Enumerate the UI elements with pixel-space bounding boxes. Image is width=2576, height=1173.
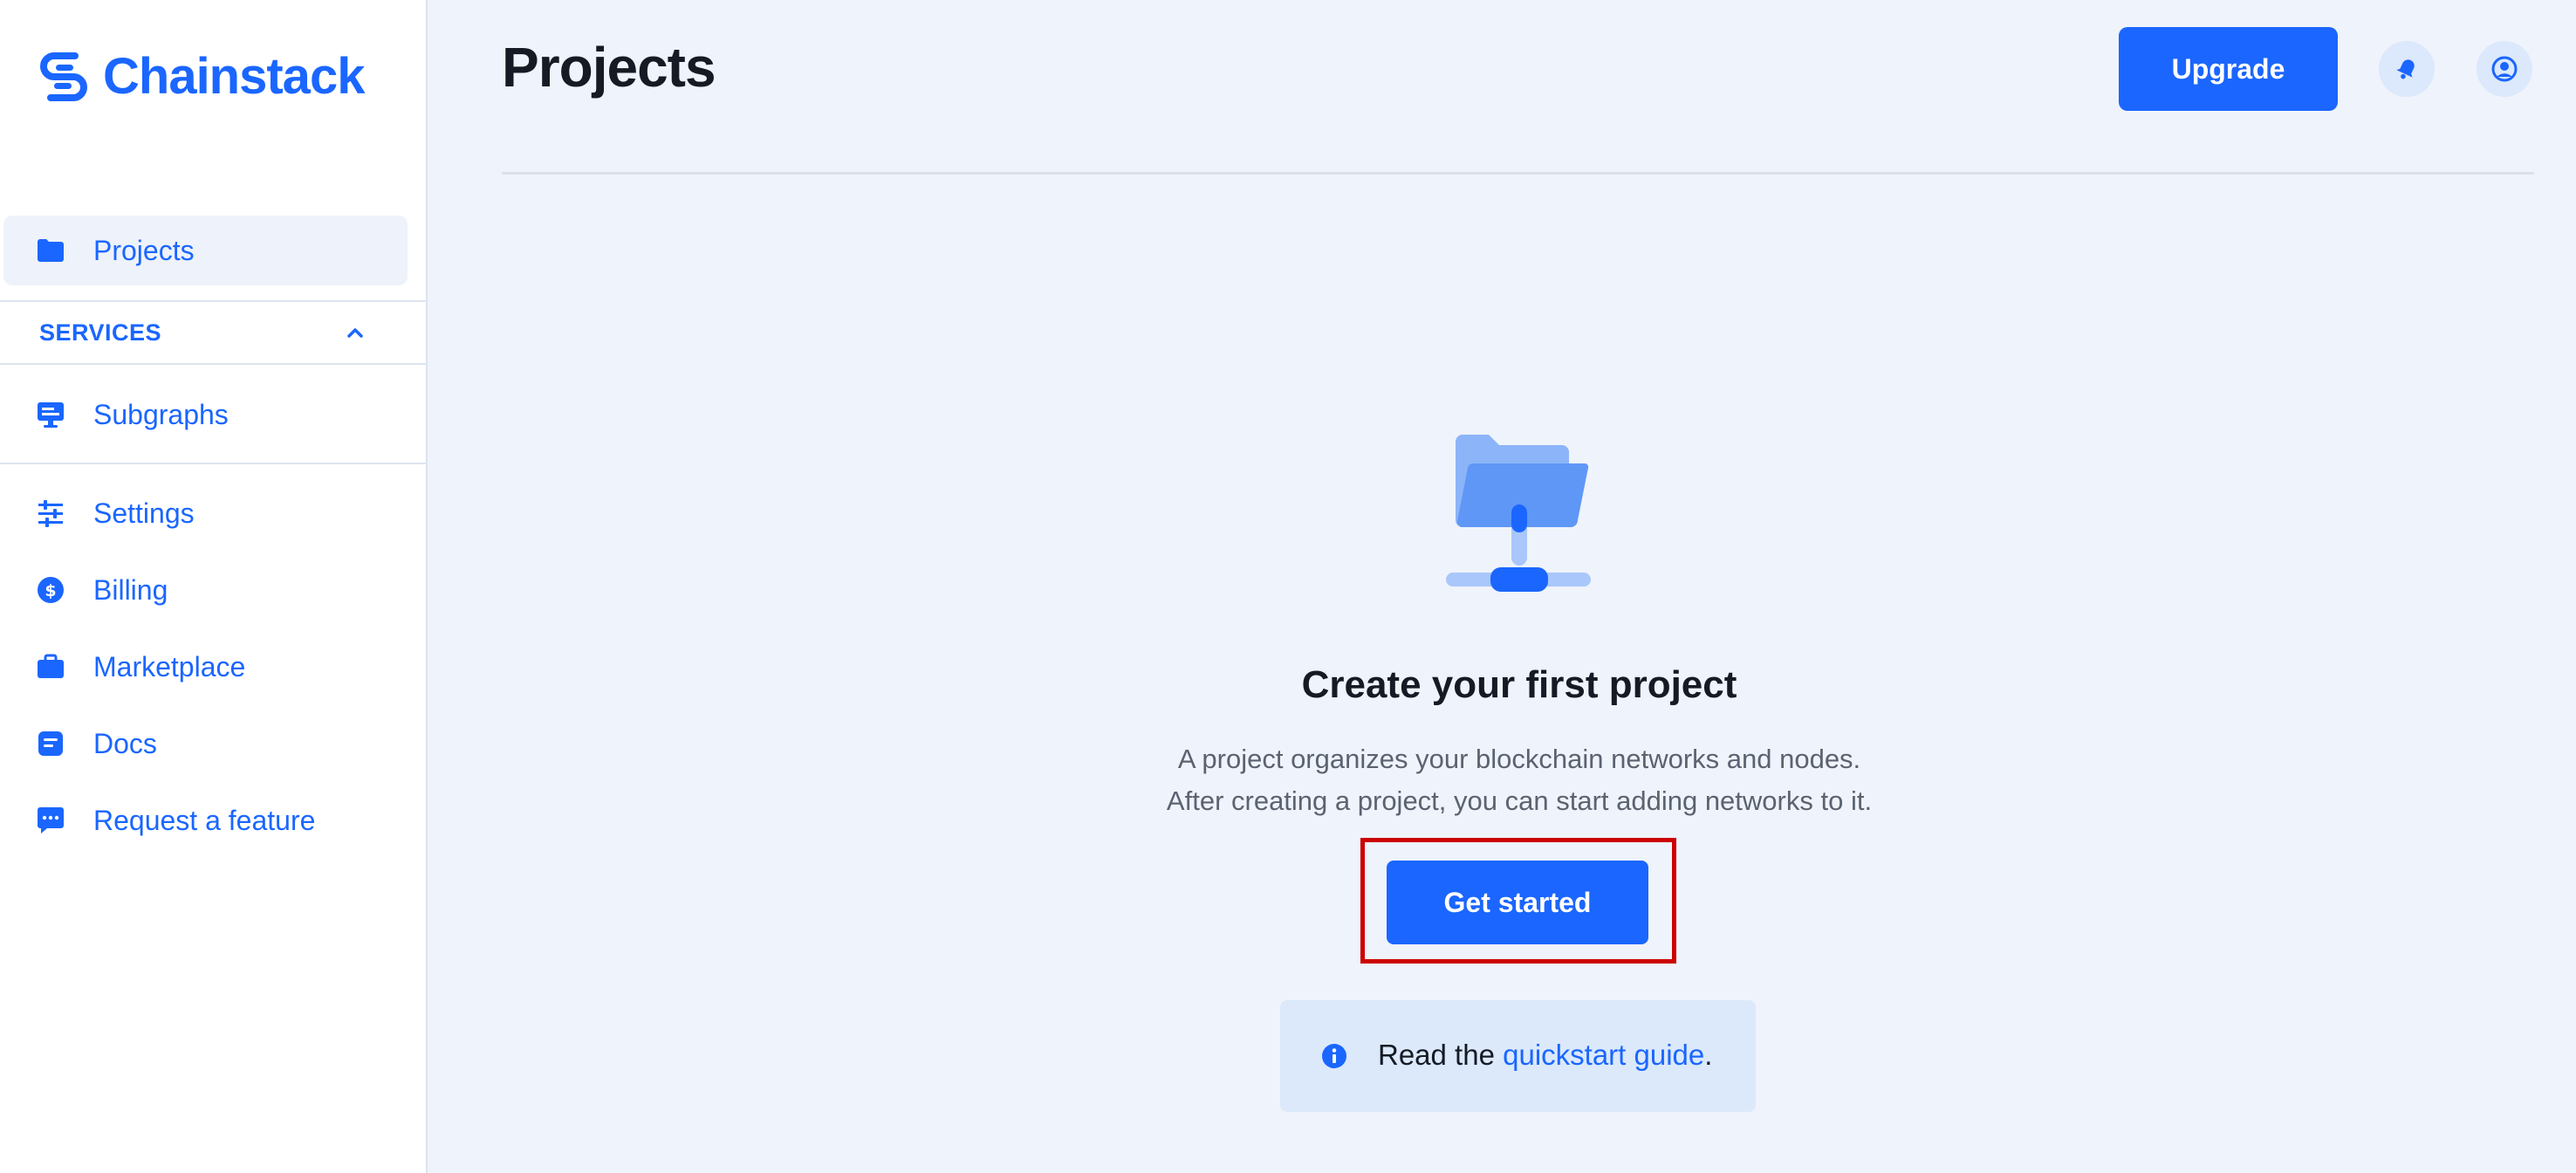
user-icon: [2490, 55, 2518, 83]
empty-state-description: A project organizes your blockchain netw…: [939, 738, 2100, 822]
services-section-toggle[interactable]: SERVICES: [0, 302, 426, 363]
sidebar-item-label: Projects: [93, 234, 195, 266]
sidebar-item-projects[interactable]: Projects: [3, 216, 408, 285]
briefcase-icon: [35, 651, 66, 683]
empty-state-description-line: A project organizes your blockchain netw…: [1177, 744, 1861, 774]
sidebar: Chainstack Projects SERVICES Subgraphs S…: [0, 0, 428, 1173]
sidebar-divider: [0, 463, 426, 464]
notifications-button[interactable]: [2379, 41, 2435, 97]
sidebar-item-label: Billing: [93, 573, 168, 606]
document-icon: [35, 728, 66, 759]
bell-icon: [2393, 55, 2421, 83]
sidebar-item-billing[interactable]: $ Billing: [3, 555, 408, 625]
chainstack-logo-icon: [35, 47, 92, 105]
empty-state-title: Create your first project: [1301, 663, 1737, 706]
info-suffix: .: [1704, 1039, 1713, 1071]
dollar-icon: $: [35, 574, 66, 606]
subgraphs-icon: [35, 399, 66, 430]
brand-name: Chainstack: [103, 47, 365, 105]
sidebar-item-subgraphs[interactable]: Subgraphs: [3, 380, 408, 449]
sidebar-item-label: Settings: [93, 497, 195, 529]
info-prefix: Read the: [1378, 1039, 1504, 1071]
header-divider: [502, 172, 2534, 175]
sidebar-item-docs[interactable]: Docs: [3, 709, 408, 779]
sliders-icon: [35, 497, 66, 529]
chevron-up-icon: [344, 321, 367, 344]
svg-text:$: $: [45, 581, 56, 600]
upgrade-button[interactable]: Upgrade: [2119, 27, 2338, 111]
sidebar-item-settings[interactable]: Settings: [3, 478, 408, 548]
sidebar-item-label: Marketplace: [93, 650, 246, 683]
account-button[interactable]: [2477, 41, 2532, 97]
empty-state-description-line: After creating a project, you can start …: [1166, 785, 1873, 816]
sidebar-item-label: Docs: [93, 727, 157, 759]
sidebar-item-marketplace[interactable]: Marketplace: [3, 632, 408, 702]
quickstart-info-box: Read the quickstart guide.: [1280, 1000, 1756, 1112]
folder-icon: [35, 235, 66, 266]
sidebar-item-label: Subgraphs: [93, 398, 229, 430]
sidebar-item-label: Request a feature: [93, 804, 316, 836]
brand-logo[interactable]: Chainstack: [35, 45, 365, 106]
sidebar-item-request-feature[interactable]: Request a feature: [3, 785, 408, 855]
chat-icon: [35, 805, 66, 836]
folder-network-icon: [1440, 424, 1597, 599]
sidebar-divider: [0, 363, 426, 365]
services-section-label: SERVICES: [39, 319, 162, 346]
info-text: Read the quickstart guide.: [1378, 1039, 1712, 1072]
get-started-button[interactable]: Get started: [1387, 861, 1648, 944]
page-title: Projects: [502, 36, 716, 99]
quickstart-guide-link[interactable]: quickstart guide: [1503, 1039, 1704, 1071]
info-icon: [1320, 1042, 1348, 1070]
